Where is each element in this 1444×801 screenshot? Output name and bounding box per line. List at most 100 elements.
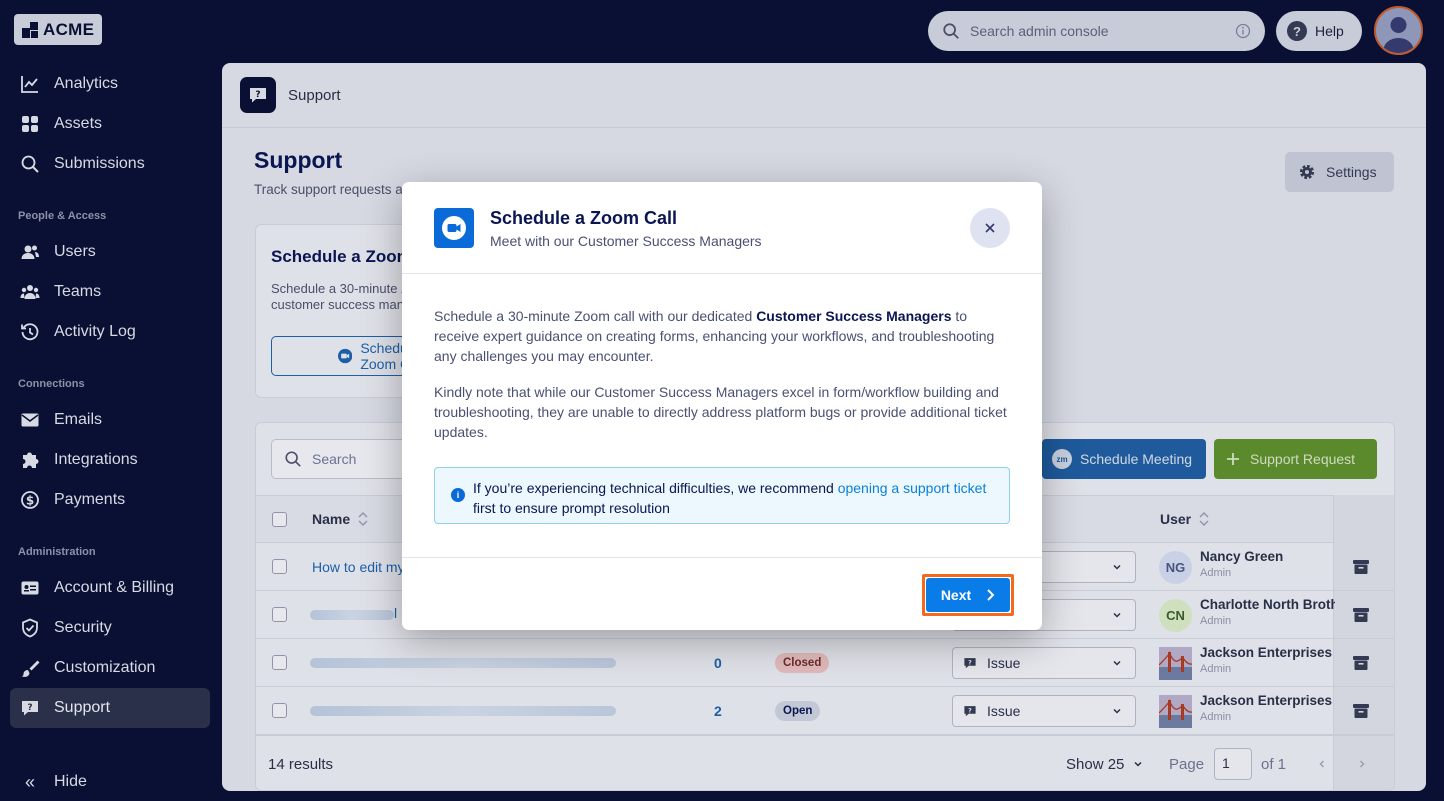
close-icon <box>985 223 995 233</box>
info-text: If you’re experiencing technical difficu… <box>473 480 838 496</box>
sidebar-item-assets[interactable]: Assets <box>10 104 210 144</box>
table-row[interactable]: 2 Open ? Issue Jackson Enterprises Admin <box>256 687 1394 735</box>
col-user-header[interactable]: User <box>1160 511 1209 527</box>
sidebar-item-teams[interactable]: Teams <box>10 272 210 312</box>
user-name: Jackson Enterprises <box>1200 693 1333 708</box>
row-checkbox[interactable] <box>272 655 287 670</box>
col-name-label: Name <box>312 511 351 527</box>
row-checkbox[interactable] <box>272 703 287 718</box>
chevron-right-icon[interactable] <box>1356 758 1368 770</box>
chevron-left-icon[interactable] <box>1316 758 1328 770</box>
type-select[interactable]: ? Issue <box>952 647 1136 679</box>
type-select[interactable]: ? Issue <box>952 695 1136 727</box>
zoom-badge-icon: zm <box>1052 449 1072 469</box>
zoom-card-desc: customer success managers <box>271 297 414 312</box>
modal-paragraph-2: Kindly note that while our Customer Succ… <box>434 384 1007 440</box>
support-chat-icon: ? <box>240 77 276 113</box>
redacted-name <box>310 610 394 620</box>
gear-icon <box>1299 164 1315 180</box>
archive-icon[interactable] <box>1353 560 1369 574</box>
page-size-label: Show 25 <box>1066 755 1125 773</box>
sidebar-item-label: Teams <box>54 283 102 300</box>
logo-mark-icon <box>22 21 38 38</box>
row-checkbox[interactable] <box>272 559 287 574</box>
sidebar-item-customization[interactable]: Customization <box>10 648 210 688</box>
zoom-card-desc: Schedule a 30-minute Zoom call with our <box>271 281 414 296</box>
acme-logo[interactable]: ACME <box>14 14 102 45</box>
user-name: Nancy Green <box>1200 549 1284 564</box>
reply-count[interactable]: 0 <box>714 655 722 671</box>
help-icon: ? <box>1287 21 1307 41</box>
zoom-card-title: Schedule a Zoom Call <box>271 247 414 266</box>
sidebar-item-label: Support <box>54 699 111 716</box>
admin-search-input[interactable]: Search admin console <box>928 11 1265 51</box>
archive-icon[interactable] <box>1353 704 1369 718</box>
ticket-name-link[interactable]: How to edit my form <box>312 559 408 575</box>
modal-paragraph-1: Schedule a 30-minute Zoom call with our … <box>434 306 1014 366</box>
sidebar-item-emails[interactable]: Emails <box>10 400 210 440</box>
section-heading: Connections <box>18 378 85 390</box>
support-request-button[interactable]: Support Request <box>1214 439 1377 479</box>
archive-icon[interactable] <box>1353 608 1369 622</box>
sidebar-item-submissions[interactable]: Submissions <box>10 144 210 184</box>
plus-icon <box>1227 453 1239 465</box>
chevron-down-icon <box>1134 761 1142 767</box>
section-heading: Administration <box>18 546 96 558</box>
col-name-header[interactable]: Name <box>312 511 368 527</box>
magnifier-icon <box>21 155 39 173</box>
help-button[interactable]: ? Help <box>1276 11 1362 51</box>
user-role: Admin <box>1200 711 1232 723</box>
page-size-select[interactable]: Show 25 <box>1066 756 1144 773</box>
table-search-input[interactable]: Search <box>271 439 411 479</box>
chevron-down-icon <box>1113 564 1121 570</box>
sidebar-item-label: Analytics <box>54 75 119 92</box>
select-all-checkbox[interactable] <box>272 512 287 527</box>
search-icon <box>285 451 301 467</box>
sidebar-item-account-billing[interactable]: Account & Billing <box>10 568 210 608</box>
user-avatar[interactable] <box>1374 6 1423 55</box>
schedule-meeting-button[interactable]: zm Schedule Meeting <box>1042 439 1206 479</box>
sidebar-item-users[interactable]: Users <box>10 232 210 272</box>
ticket-name-link[interactable]: l <box>394 605 397 621</box>
sort-icon <box>1199 512 1209 526</box>
close-modal-button[interactable] <box>970 208 1010 248</box>
settings-button[interactable]: Settings <box>1285 152 1394 192</box>
info-icon[interactable] <box>1235 23 1251 39</box>
search-icon <box>943 23 959 39</box>
sidebar-item-activity-log[interactable]: Activity Log <box>10 312 210 352</box>
sidebar-item-label: Security <box>54 619 112 636</box>
table-row[interactable]: 0 Closed ? Issue Jackson Enterprises Adm… <box>256 639 1394 687</box>
row-checkbox[interactable] <box>272 607 287 622</box>
support-request-label: Support Request <box>1250 451 1356 467</box>
sidebar-item-integrations[interactable]: Integrations <box>10 440 210 480</box>
sidebar-item-security[interactable]: Security <box>10 608 210 648</box>
sort-icon <box>358 512 368 526</box>
svg-text:$: $ <box>26 494 34 508</box>
svg-text:?: ? <box>968 659 972 666</box>
next-button[interactable]: Next <box>926 578 1010 612</box>
envelope-icon <box>21 413 39 427</box>
zoom-call-card: Schedule a Zoom Call Schedule a 30-minut… <box>255 224 415 398</box>
svg-text:?: ? <box>255 90 260 100</box>
table-search-placeholder: Search <box>312 451 357 467</box>
hide-sidebar-button[interactable]: « Hide <box>10 762 210 801</box>
modal-title: Schedule a Zoom Call <box>490 208 678 228</box>
puzzle-icon <box>23 452 39 468</box>
zoom-camera-icon <box>338 348 353 364</box>
sidebar-item-support[interactable]: ? Support <box>10 688 210 728</box>
page-total: of 1 <box>1261 755 1287 773</box>
modal-header: Schedule a Zoom Call Meet with our Custo… <box>402 182 1042 274</box>
logo-text: ACME <box>43 19 95 39</box>
id-card-icon <box>21 581 39 595</box>
modal-body: Schedule a 30-minute Zoom call with our … <box>434 306 1014 442</box>
sidebar-item-analytics[interactable]: Analytics <box>10 64 210 104</box>
sidebar-item-label: Users <box>54 243 96 260</box>
sidebar-item-payments[interactable]: $ Payments <box>10 480 210 520</box>
page-subtitle: Track support requests a <box>254 182 403 197</box>
page-number-input[interactable]: 1 <box>1214 748 1252 780</box>
reply-count[interactable]: 2 <box>714 703 722 719</box>
next-button-highlight: Next <box>922 574 1014 616</box>
archive-icon[interactable] <box>1353 656 1369 670</box>
schedule-zoom-button[interactable]: Schedule a Zoom Call <box>271 336 414 376</box>
open-ticket-link[interactable]: opening a support ticket <box>838 480 987 496</box>
